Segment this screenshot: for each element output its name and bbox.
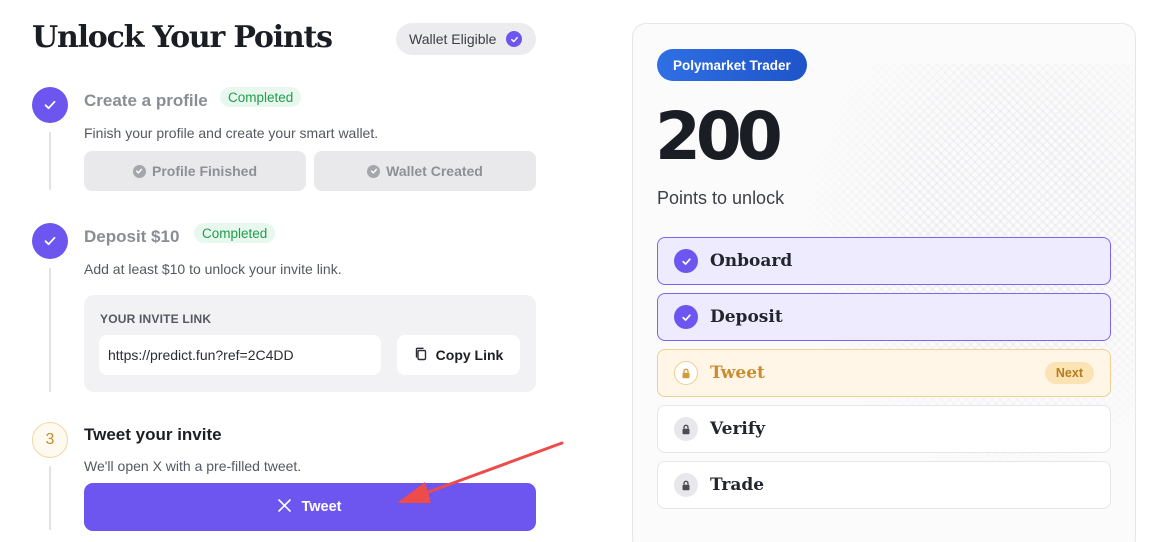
step-3-title: Tweet your invite	[84, 425, 222, 444]
step-1-check-icon	[32, 87, 68, 123]
check-icon	[506, 31, 523, 47]
invite-link-field[interactable]	[99, 335, 381, 375]
step-1-status-badge: Completed	[220, 87, 302, 107]
tweet-button-label: Tweet	[301, 499, 342, 515]
polymarket-trader-badge: Polymarket Trader	[657, 49, 807, 81]
step-1-title: Create a profile	[84, 91, 208, 110]
checklist-label: Trade	[710, 475, 765, 495]
checklist-item-onboard: Onboard	[657, 237, 1111, 285]
copy-link-label: Copy Link	[435, 347, 504, 363]
copy-icon	[414, 347, 428, 364]
wallet-created-label: Wallet Created	[386, 163, 483, 179]
check-icon	[367, 164, 381, 178]
checklist-label: Onboard	[710, 251, 793, 271]
check-icon	[674, 249, 698, 273]
points-panel: Polymarket Trader 200 Points to unlock O…	[632, 23, 1136, 542]
tweet-button[interactable]: Tweet	[84, 483, 536, 531]
lock-icon	[674, 361, 698, 385]
checklist-label: Tweet	[710, 363, 765, 383]
step-3-connector	[49, 466, 51, 530]
next-badge: Next	[1044, 362, 1094, 384]
invite-link-label: YOUR INVITE LINK	[100, 312, 212, 326]
step-1-connector	[49, 132, 51, 190]
step-2-description: Add at least $10 to unlock your invite l…	[84, 261, 342, 277]
wallet-eligible-badge: Wallet Eligible	[396, 23, 536, 55]
profile-finished-button[interactable]: Profile Finished	[84, 151, 306, 191]
checklist-label: Deposit	[710, 307, 783, 327]
lock-icon	[674, 473, 698, 497]
invite-link-panel: YOUR INVITE LINK Copy Link	[84, 295, 536, 392]
wallet-eligible-label: Wallet Eligible	[409, 31, 497, 47]
step-3-description: We'll open X with a pre-filled tweet.	[84, 458, 302, 474]
wallet-created-button[interactable]: Wallet Created	[314, 151, 536, 191]
step-2-connector	[49, 268, 51, 392]
step-2-status-badge: Completed	[194, 223, 276, 243]
points-value: 200	[655, 98, 783, 175]
checklist-label: Verify	[710, 419, 766, 439]
profile-finished-label: Profile Finished	[151, 163, 257, 179]
step-2-check-icon	[32, 223, 68, 259]
copy-link-button[interactable]: Copy Link	[397, 335, 520, 375]
checklist-item-verify: Verify	[657, 405, 1111, 453]
step-3-number: 3	[32, 422, 68, 458]
points-label: Points to unlock	[657, 188, 785, 208]
check-icon	[132, 164, 146, 178]
checklist-item-tweet: Tweet Next	[657, 349, 1111, 397]
check-icon	[674, 305, 698, 329]
checklist-item-deposit: Deposit	[657, 293, 1111, 341]
page-title: Unlock Your Points	[32, 20, 333, 55]
step-2-title: Deposit $10	[84, 227, 180, 246]
lock-icon	[674, 417, 698, 441]
x-logo-icon	[278, 498, 292, 516]
checklist-item-trade: Trade	[657, 461, 1111, 509]
step-1-description: Finish your profile and create your smar…	[84, 125, 379, 141]
